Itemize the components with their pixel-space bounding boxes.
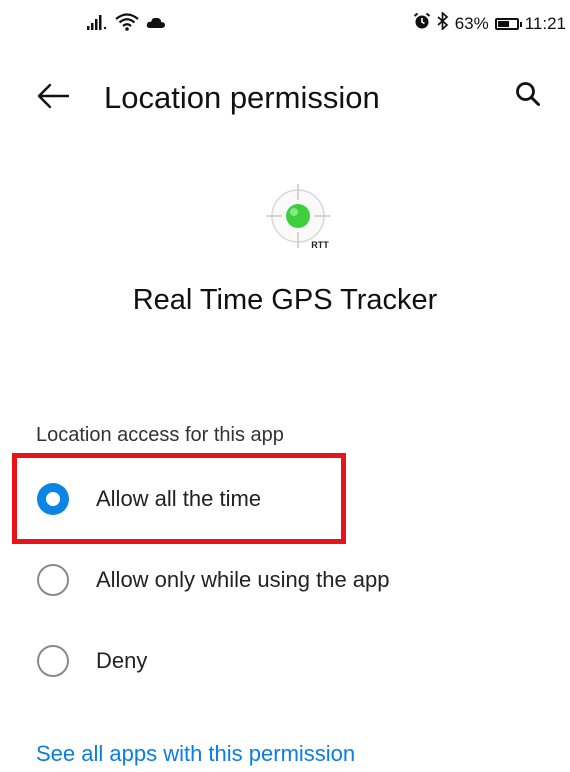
alarm-icon [413, 12, 431, 35]
bluetooth-icon [437, 11, 449, 35]
wifi-icon [114, 12, 140, 37]
section-label: Location access for this app [36, 424, 284, 446]
option-deny[interactable]: Deny [0, 633, 570, 693]
option-label: Allow only while using the app [96, 567, 390, 592]
app-name: Real Time GPS Tracker [132, 284, 438, 316]
clock: 11:21 [524, 13, 566, 33]
status-right: 63% 11:21 [413, 11, 566, 35]
option-allow-all-the-time[interactable]: Allow all the time [0, 471, 570, 531]
radio-unselected-icon[interactable] [37, 645, 69, 677]
app-bar: Location permission [0, 70, 570, 126]
radio-unselected-icon[interactable] [37, 564, 69, 596]
status-bar: 63% 11:21 [0, 0, 570, 50]
option-label: Allow all the time [96, 486, 262, 511]
back-arrow-icon [37, 83, 71, 114]
page-title: Location permission [104, 80, 380, 115]
cloud-icon [146, 15, 166, 34]
battery-percent: 63% [454, 13, 489, 33]
app-icon: RTT [262, 180, 338, 256]
back-button[interactable] [34, 78, 74, 118]
option-label: Deny [96, 648, 148, 673]
search-icon [515, 81, 541, 112]
option-allow-while-using[interactable]: Allow only while using the app [0, 552, 570, 612]
battery-level [497, 20, 509, 27]
see-all-apps-link[interactable]: See all apps with this permission [36, 740, 355, 768]
signal-icon [86, 13, 108, 36]
radio-selected-icon[interactable] [37, 483, 69, 515]
app-icon-text: RTT [311, 240, 329, 250]
search-button[interactable] [508, 76, 548, 116]
status-left [86, 12, 166, 37]
battery-icon [494, 17, 522, 30]
